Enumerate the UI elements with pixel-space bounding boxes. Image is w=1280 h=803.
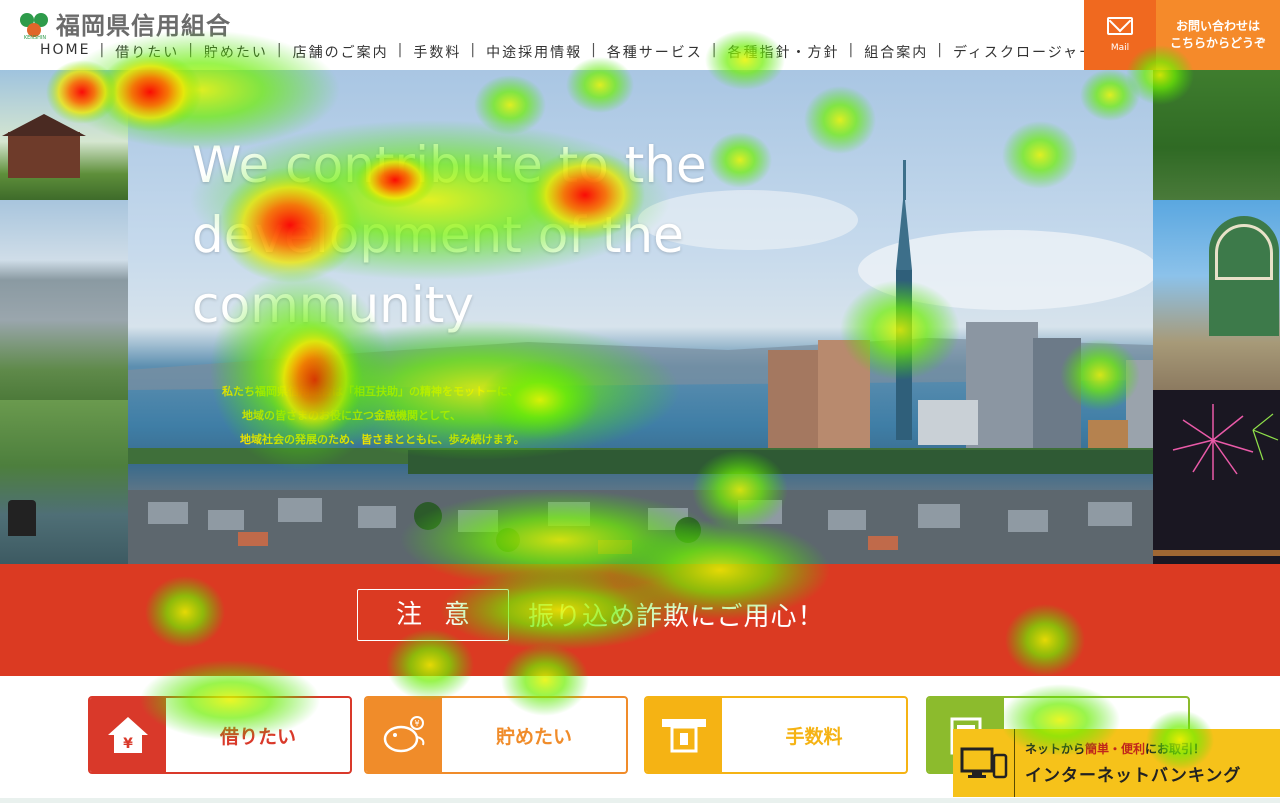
hero-tagline-line-3: 地域社会の発展のため、皆さまとともに、歩み続けます。 <box>240 433 525 446</box>
fees-label: 手数料 <box>785 725 843 748</box>
alert-text: 振り込め詐欺にご用心！ <box>528 602 825 632</box>
hero-banner: We contribute to the development of the … <box>0 70 1280 564</box>
clover-logo-icon: KENSHIN <box>18 7 52 41</box>
nav-item-fees[interactable]: 手数料 <box>413 42 461 62</box>
piggy-bank-icon: ¥ <box>366 698 442 772</box>
section-divider <box>0 798 1280 803</box>
main-nav: HOME | 借りたい | 貯めたい | 店舗のご案内 | 手数料 | 中途採用情報 | 各… <box>40 42 1095 62</box>
mail-label: Mail <box>1110 43 1130 53</box>
nav-item-services[interactable]: 各種サービス <box>607 42 703 62</box>
logo-text: 福岡県信用組合 <box>56 11 231 40</box>
hero-title-line-2: development of the <box>192 206 684 264</box>
borrow-button[interactable]: ¥ 借りたい <box>88 696 352 774</box>
nav-item-about[interactable]: 組合案内 <box>864 42 928 62</box>
atm-icon <box>646 698 722 772</box>
nav-item-borrow[interactable]: 借りたい <box>115 42 179 62</box>
site-header: KENSHIN 福岡県信用組合 HOME | 借りたい | 貯めたい | 店舗のご案内… <box>0 0 1280 70</box>
internet-banking-button[interactable]: ネットから簡単・便利にお取引！ インターネットバンキング <box>953 729 1280 797</box>
alert-badge: 注意 <box>357 589 509 641</box>
savings-label: 貯めたい <box>495 725 572 748</box>
savings-button[interactable]: ¥ 貯めたい <box>364 696 628 774</box>
nav-item-disclosure[interactable]: ディスクロージャー <box>953 42 1095 62</box>
nav-item-recruit[interactable]: 中途採用情報 <box>486 42 582 62</box>
netbank-subtitle: ネットから簡単・便利にお取引！ <box>1025 742 1206 756</box>
site-logo[interactable]: KENSHIN 福岡県信用組合 <box>18 6 231 41</box>
fireworks-illustration <box>1153 404 1280 556</box>
devices-icon <box>953 729 1015 797</box>
hero-right-photos <box>1153 70 1280 564</box>
netbank-title: インターネットバンキング <box>1025 766 1242 786</box>
hero-title-line-3: community <box>192 276 474 334</box>
nav-item-policies[interactable]: 各種指針・方針 <box>728 42 840 62</box>
contact-button[interactable]: お問い合わせは こちらからどうぞ <box>1156 0 1280 70</box>
svg-text:¥: ¥ <box>123 736 133 752</box>
hero-tagline: 私たち福岡県信用組合は「相互扶助」の精神をモットーに、 地域の皆さまのお役に立つ… <box>222 380 682 452</box>
contact-line-1: お問い合わせは <box>1175 19 1260 33</box>
hero-title: We contribute to the development of the … <box>192 130 752 340</box>
house-yen-icon: ¥ <box>90 698 166 772</box>
logo-sub: KENSHIN <box>23 34 47 41</box>
svg-text:¥: ¥ <box>414 719 419 728</box>
hero-tagline-line-2: 地域の皆さまのお役に立つ金融機関として、 <box>242 409 462 422</box>
nav-item-branches[interactable]: 店舗のご案内 <box>293 42 389 62</box>
mail-icon <box>1107 17 1133 35</box>
nav-item-home[interactable]: HOME <box>40 42 90 62</box>
borrow-label: 借りたい <box>219 725 296 748</box>
hero-title-line-1: We contribute to the <box>192 136 707 194</box>
hero-tagline-line-1: 私たち福岡県信用組合は「相互扶助」の精神をモットーに、 <box>222 385 519 398</box>
contact-line-2: こちらからどうぞ <box>1169 36 1266 50</box>
hero-left-photos <box>0 70 128 564</box>
mail-button[interactable]: Mail <box>1084 0 1156 70</box>
nav-item-save[interactable]: 貯めたい <box>204 42 268 62</box>
fraud-alert-banner[interactable]: 注意 振り込め詐欺にご用心！ <box>0 564 1280 676</box>
fees-button[interactable]: 手数料 <box>644 696 908 774</box>
